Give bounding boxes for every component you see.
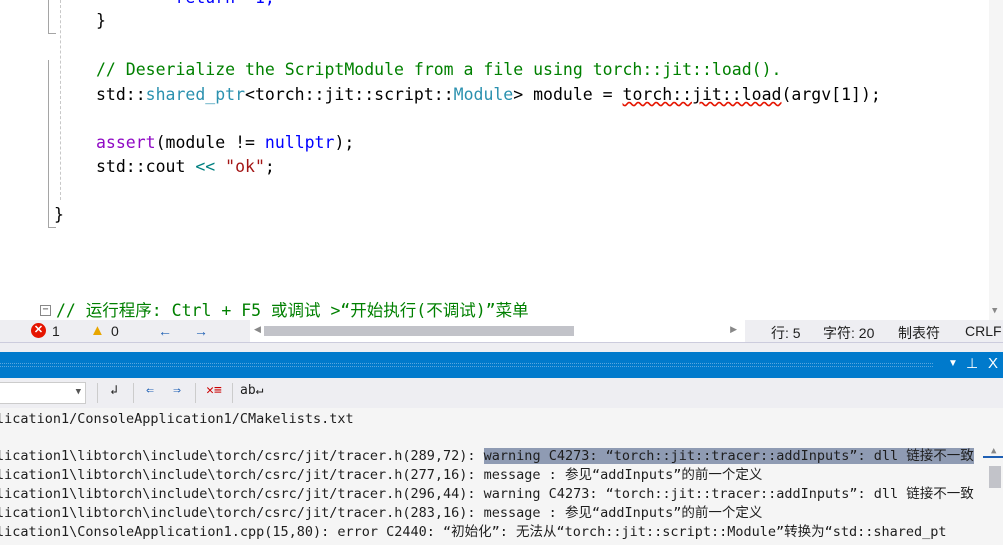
collapse-icon[interactable]: − bbox=[40, 305, 51, 316]
back-arrow-icon[interactable]: ← bbox=[158, 323, 172, 339]
code-editor[interactable]: return -1; } // Deserialize the ScriptMo… bbox=[0, 0, 1003, 320]
warning-count[interactable]: 0 bbox=[111, 323, 119, 339]
indent-guide bbox=[60, 0, 61, 200]
token: > module = bbox=[513, 85, 623, 104]
outline-bar bbox=[48, 0, 49, 33]
token: "ok" bbox=[215, 157, 265, 176]
scroll-up-icon[interactable]: ▲ bbox=[991, 446, 996, 456]
dropdown-icon[interactable]: ▼ bbox=[948, 358, 958, 369]
code-line: } bbox=[54, 205, 64, 224]
chevron-down-icon: ▼ bbox=[75, 387, 81, 397]
error-count[interactable]: 1 bbox=[52, 323, 60, 339]
token: <torch::jit::script:: bbox=[245, 85, 454, 104]
token: nullptr bbox=[264, 133, 335, 152]
separator bbox=[232, 383, 233, 403]
editor-status-bar: ✕ 1 ▲ 0 ← → ◀ ▶ 行: 5 字符: 20 制表符 CRLF bbox=[0, 320, 1003, 342]
output-line: lication1\libtorch\include\torch/csrc/ji… bbox=[0, 505, 763, 521]
code-comment: // Deserialize the ScriptModule from a f… bbox=[96, 60, 782, 79]
eol-indicator[interactable]: CRLF bbox=[965, 323, 1002, 339]
output-source-select[interactable]: ▼ bbox=[0, 382, 86, 404]
output-line: lication1\libtorch\include\torch/csrc/ji… bbox=[0, 447, 974, 466]
warning-icon[interactable]: ▲ bbox=[90, 322, 105, 339]
token: << bbox=[195, 157, 216, 176]
close-icon[interactable]: X bbox=[988, 355, 998, 372]
next-message-icon[interactable]: ⇒ bbox=[167, 383, 187, 403]
word-wrap-icon[interactable]: ab↵ bbox=[240, 383, 263, 403]
goto-location-icon[interactable]: ↲ bbox=[104, 383, 124, 403]
output-pane[interactable]: lication1/ConsoleApplication1/CMakelists… bbox=[0, 408, 1003, 545]
line-indicator: 行: 5 bbox=[771, 325, 801, 341]
token: assert bbox=[96, 133, 156, 152]
token: shared_ptr bbox=[145, 85, 246, 104]
separator bbox=[195, 383, 196, 403]
scrollbar-thumb[interactable] bbox=[989, 466, 1001, 488]
output-path: lication1\libtorch\include\torch/csrc/ji… bbox=[0, 448, 484, 464]
output-toolbar: ▼ ↲ ⇐ ⇒ ✕≡ ab↵ bbox=[0, 378, 1003, 408]
output-panel-titlebar[interactable]: ▼ ⊥ X bbox=[0, 352, 1003, 378]
token: ; bbox=[264, 157, 275, 176]
token: std::cout bbox=[96, 157, 196, 176]
caret-marker bbox=[983, 456, 1003, 458]
output-scrollbar[interactable]: ▲ bbox=[983, 408, 1003, 545]
vertical-scrollbar[interactable]: ▼ bbox=[989, 0, 1003, 320]
output-line: lication1\libtorch\include\torch/csrc/ji… bbox=[0, 467, 763, 483]
code-line: std::shared_ptr<torch::jit::script::Modu… bbox=[96, 83, 881, 107]
tabs-indicator[interactable]: 制表符 bbox=[898, 323, 940, 343]
error-icon[interactable]: ✕ bbox=[31, 323, 46, 338]
output-line: lication1\ConsoleApplication1.cpp(15,80)… bbox=[0, 524, 947, 540]
code-line: std::cout << "ok"; bbox=[96, 155, 275, 179]
scroll-right-icon[interactable]: ▶ bbox=[730, 324, 737, 335]
clear-all-icon[interactable]: ✕≡ bbox=[204, 383, 224, 403]
code-line: assert(module != nullptr); bbox=[96, 131, 354, 155]
scrollbar-thumb[interactable] bbox=[264, 326, 574, 336]
error-squiggle[interactable]: torch::jit::load bbox=[623, 85, 782, 104]
code-comment: // 运行程序: Ctrl + F5 或调试 >“开始执行(不调试)”菜单 bbox=[56, 301, 529, 320]
pin-icon[interactable]: ⊥ bbox=[966, 355, 978, 372]
separator bbox=[97, 383, 98, 403]
splitter[interactable] bbox=[0, 342, 1003, 352]
separator bbox=[133, 383, 134, 403]
char-indicator: 字符: 20 bbox=[823, 325, 875, 341]
output-line: lication1/ConsoleApplication1/CMakelists… bbox=[0, 411, 354, 427]
horizontal-scrollbar[interactable]: ◀ ▶ bbox=[250, 320, 745, 342]
forward-arrow-icon[interactable]: → bbox=[194, 323, 208, 339]
selected-text[interactable]: warning C4273: “torch::jit::tracer::addI… bbox=[483, 448, 974, 464]
outline-tick bbox=[48, 33, 56, 34]
code-line: } bbox=[96, 11, 106, 30]
token: Module bbox=[453, 85, 514, 104]
scroll-left-icon[interactable]: ◀ bbox=[254, 324, 261, 335]
token: ); bbox=[334, 133, 355, 152]
token: (argv[1]); bbox=[781, 85, 881, 104]
token: (module != bbox=[155, 133, 265, 152]
previous-message-icon[interactable]: ⇐ bbox=[140, 383, 160, 403]
token: std:: bbox=[96, 85, 146, 104]
scroll-down-icon[interactable]: ▼ bbox=[992, 306, 997, 316]
code-line: return -1; bbox=[96, 0, 274, 10]
drag-grip[interactable] bbox=[0, 363, 933, 367]
output-line: lication1\libtorch\include\torch/csrc/ji… bbox=[0, 486, 974, 502]
